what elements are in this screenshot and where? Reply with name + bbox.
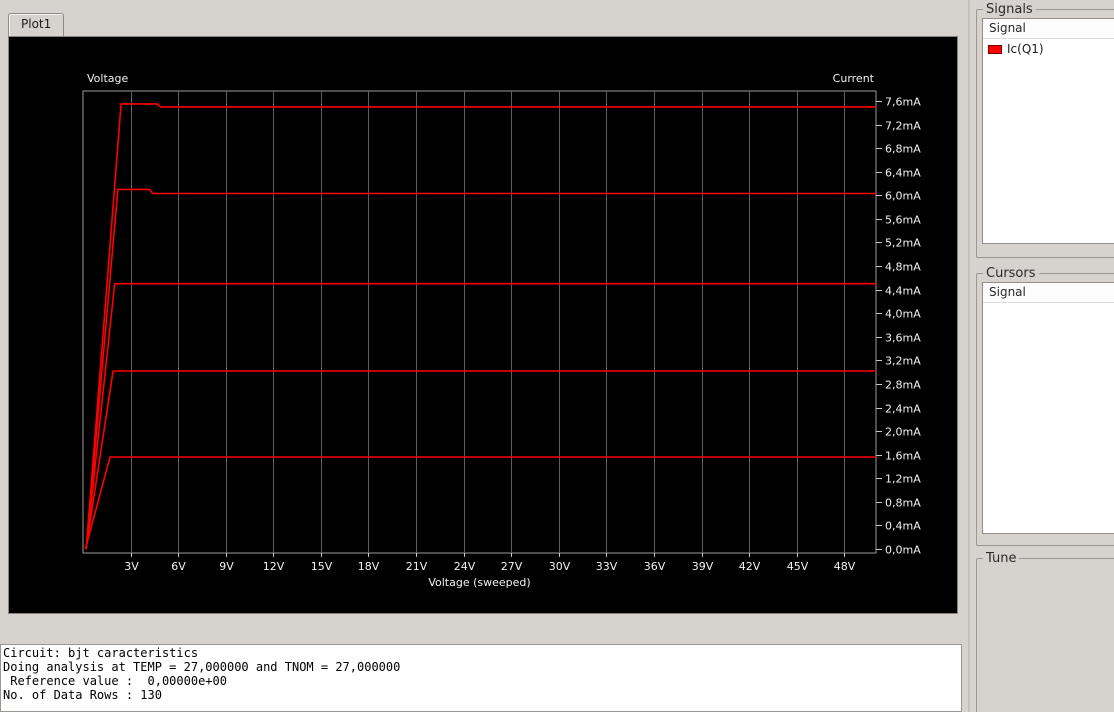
x-tick-label: 42V (739, 560, 761, 573)
y-tick-label: 7,6mA (885, 96, 921, 109)
signals-list[interactable]: Signal Ic(Q1) (982, 18, 1114, 244)
x-tick-label: 12V (263, 560, 285, 573)
y-tick-label: 5,6mA (885, 214, 921, 227)
panel-splitter[interactable] (968, 0, 970, 712)
y-tick-label: 0,4mA (885, 520, 921, 533)
x-tick-label: 3V (124, 560, 139, 573)
tab-plot1-label: Plot1 (21, 17, 52, 31)
cursors-group-title: Cursors (986, 266, 1036, 281)
y-axis-title-left: Voltage (87, 72, 128, 85)
y-tick-label: 0,0mA (885, 544, 921, 557)
y-tick-label: 2,0mA (885, 426, 921, 439)
y-tick-label: 1,2mA (885, 473, 921, 486)
signal-curve (84, 456, 876, 550)
x-tick-label: 21V (406, 560, 428, 573)
x-tick-label: 48V (834, 560, 856, 573)
y-tick-label: 6,0mA (885, 190, 921, 203)
y-tick-label: 5,2mA (885, 237, 921, 250)
x-tick-label: 39V (692, 560, 714, 573)
y-tick-label: 2,8mA (885, 379, 921, 392)
signals-list-header: Signal (983, 19, 1114, 39)
y-tick-label: 4,8mA (885, 261, 921, 274)
x-tick-label: 30V (549, 560, 571, 573)
cursors-list-header: Signal (983, 283, 1114, 303)
plot-frame (82, 90, 877, 554)
x-tick-label: 6V (171, 560, 186, 573)
x-tick-label: 45V (787, 560, 809, 573)
y-tick-label: 4,4mA (885, 285, 921, 298)
signals-group-title: Signals (986, 2, 1033, 17)
tab-plot1[interactable]: Plot1 (8, 13, 65, 36)
signals-group: Signals Signal Ic(Q1) (976, 2, 1114, 258)
y-tick-label: 4,0mA (885, 308, 921, 321)
cursors-list[interactable]: Signal (982, 282, 1114, 534)
y-tick-label: 1,6mA (885, 450, 921, 463)
x-tick-label: 18V (358, 560, 380, 573)
x-tick-label: 15V (311, 560, 333, 573)
y-tick-label: 0,8mA (885, 497, 921, 510)
tune-group-title: Tune (986, 551, 1017, 566)
console-output[interactable]: Circuit: bjt caracteristics Doing analys… (0, 644, 962, 712)
y-tick-label: 7,2mA (885, 120, 921, 133)
x-tick-label: 27V (501, 560, 523, 573)
y-tick-label: 3,2mA (885, 355, 921, 368)
signal-curve (85, 370, 876, 550)
console-line: Doing analysis at TEMP = 27,000000 and T… (3, 660, 401, 674)
signal-color-swatch (988, 44, 1002, 54)
console-line: Circuit: bjt caracteristics (3, 646, 199, 660)
signal-label: Ic(Q1) (1007, 42, 1044, 56)
x-axis-title: Voltage (sweeped) (428, 576, 530, 589)
signal-curve (85, 103, 876, 550)
y-tick-label: 6,8mA (885, 143, 921, 156)
signal-row[interactable]: Ic(Q1) (983, 39, 1114, 59)
x-tick-label: 33V (596, 560, 618, 573)
y-tick-label: 2,4mA (885, 403, 921, 416)
y-tick-label: 6,4mA (885, 167, 921, 180)
y-tick-label: 3,6mA (885, 332, 921, 345)
y-axis-title-right: Current (833, 72, 875, 85)
plot-svg: 3V 6V 9V 12V 15V 18V 21V 24V 27V 30V 33V 36V 39V 42V 4… (82, 72, 921, 589)
x-tick-label: 36V (644, 560, 666, 573)
cursors-group: Cursors Signal (976, 266, 1114, 546)
signal-curve (85, 282, 876, 550)
console-line: Reference value : 0,00000e+00 (3, 674, 227, 688)
x-tick-label: 24V (454, 560, 476, 573)
plot-panel[interactable]: 3V 6V 9V 12V 15V 18V 21V 24V 27V 30V 33V 36V 39V 42V 4… (8, 36, 958, 614)
signal-curve (85, 188, 876, 550)
tune-group: Tune (976, 551, 1114, 712)
console-line: No. of Data Rows : 130 (3, 688, 162, 702)
x-tick-label: 9V (219, 560, 234, 573)
